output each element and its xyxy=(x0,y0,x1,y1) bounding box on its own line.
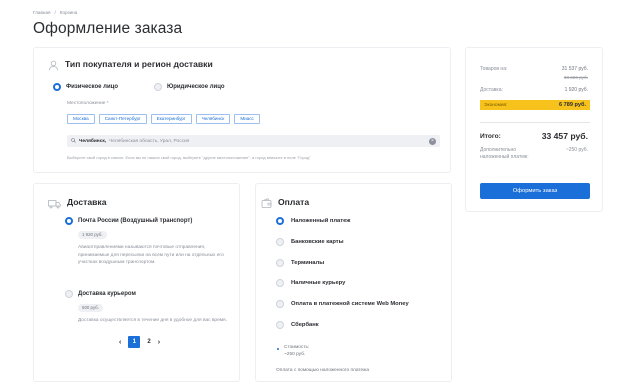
delivery-option-desc: Авиаотправлениями называются почтовые от… xyxy=(78,245,224,266)
breadcrumb-home-link[interactable]: Главная xyxy=(33,10,50,15)
radio-unselected-icon[interactable] xyxy=(276,279,284,287)
summary-goods-row: Товаров на: 31 537 руб. xyxy=(480,66,588,72)
pager-page-button[interactable]: 2 xyxy=(147,339,150,345)
radio-selected-icon[interactable] xyxy=(65,217,73,225)
payment-cost-value: ~250 руб. xyxy=(284,352,306,357)
summary-economy-value: 6 789 руб. xyxy=(558,102,586,108)
city-chip[interactable]: Санкт-Петербург xyxy=(98,114,147,124)
page-title: Оформление заказа xyxy=(33,20,183,37)
summary-delivery-value: 1 920 руб. xyxy=(564,87,588,93)
location-city: Челябинск, xyxy=(79,138,107,144)
summary-delivery-row: Доставка: 1 920 руб. xyxy=(480,87,588,93)
breadcrumb: Главная / Корзина xyxy=(33,10,77,15)
delivery-card: Доставка Почта России (Воздушный транспо… xyxy=(33,183,240,382)
delivery-price-badge: 1 920 руб. xyxy=(78,231,107,239)
delivery-card-title: Доставка xyxy=(67,196,107,207)
location-label: Местоположение * xyxy=(67,101,109,106)
radio-unselected-icon[interactable] xyxy=(276,300,284,308)
summary-goods-old-price: 38 326 руб. xyxy=(563,75,588,80)
summary-total-label: Итого: xyxy=(480,133,501,140)
pager-current-page[interactable]: 1 xyxy=(128,336,141,348)
breadcrumb-separator: / xyxy=(54,10,56,15)
radio-unselected-icon[interactable] xyxy=(276,259,284,267)
payment-method-cash[interactable]: Наличные курьеру xyxy=(276,279,345,287)
bullet-icon xyxy=(277,348,279,350)
city-chip[interactable]: Миасс xyxy=(234,114,260,124)
breadcrumb-current[interactable]: Корзина xyxy=(60,10,78,15)
payment-method-webmoney[interactable]: Оплата в платежной системе Web Money xyxy=(276,300,409,308)
summary-economy-badge: Экономия: 6 789 руб. xyxy=(480,100,590,110)
payment-method-label: Сбербанк xyxy=(291,322,319,328)
payment-method-sberbank[interactable]: Сбербанк xyxy=(276,321,319,329)
location-region: Челябинская область, Урал, Россия xyxy=(109,138,190,144)
payment-method-label: Наложенный платеж xyxy=(291,218,351,224)
payment-card-title: Оплата xyxy=(278,196,310,207)
summary-goods-value: 31 537 руб. xyxy=(561,66,588,72)
payment-method-terminals[interactable]: Терминалы xyxy=(276,259,324,267)
user-icon xyxy=(48,58,59,71)
summary-cod-value: ~250 руб. xyxy=(565,147,588,153)
clear-icon[interactable]: × xyxy=(429,137,436,145)
city-chip[interactable]: Челябинск xyxy=(195,114,231,124)
radio-unselected-icon[interactable] xyxy=(65,290,73,298)
buyer-type-individual[interactable]: Физическое лицо xyxy=(53,83,118,91)
delivery-option-post[interactable]: Почта России (Воздушный транспорт) xyxy=(65,217,192,225)
summary-divider xyxy=(480,122,590,123)
city-chip[interactable]: Екатеринбург xyxy=(150,114,192,124)
delivery-option-name: Почта России (Воздушный транспорт) xyxy=(78,218,193,224)
delivery-card-header: Доставка xyxy=(48,196,107,209)
radio-unselected-icon[interactable] xyxy=(154,83,162,91)
summary-total-value: 33 457 руб. xyxy=(541,131,588,141)
payment-method-cards[interactable]: Банковские карты xyxy=(276,238,344,246)
summary-goods-label: Товаров на: xyxy=(480,66,508,72)
buyer-card-title: Тип покупателя и регион доставки xyxy=(65,58,213,69)
order-summary-card: Товаров на: 31 537 руб. 38 326 руб. Дост… xyxy=(465,47,603,212)
wallet-icon xyxy=(261,196,272,208)
radio-selected-icon[interactable] xyxy=(53,83,61,91)
buyer-type-label: Физическое лицо xyxy=(66,84,119,90)
buyer-type-label: Юридическое лицо xyxy=(167,84,225,90)
payment-method-cod[interactable]: Наложенный платеж xyxy=(276,217,350,225)
radio-unselected-icon[interactable] xyxy=(276,238,284,246)
payment-method-label: Наличные курьеру xyxy=(291,280,346,286)
pager-prev-button[interactable]: ‹ xyxy=(119,339,121,346)
buyer-card-header: Тип покупателя и регион доставки xyxy=(48,58,213,71)
summary-delivery-label: Доставка: xyxy=(480,87,503,93)
payment-method-label: Банковские карты xyxy=(291,239,344,245)
payment-card: Оплата Наложенный платеж Банковские карт… xyxy=(255,183,452,382)
pagination: ‹ 1 2 › xyxy=(119,336,160,348)
delivery-option-name: Доставка курьером xyxy=(78,291,136,297)
search-icon xyxy=(71,137,76,145)
city-chip[interactable]: Москва xyxy=(67,114,95,124)
delivery-option-desc: Доставка осуществляется в течение дня в … xyxy=(78,318,227,323)
city-chips: Москва Санкт-Петербург Екатеринбург Челя… xyxy=(67,114,260,124)
payment-card-header: Оплата xyxy=(261,196,310,208)
payment-method-label: Оплата в платежной системе Web Money xyxy=(291,301,409,307)
radio-unselected-icon[interactable] xyxy=(276,321,284,329)
payment-method-label: Терминалы xyxy=(291,260,325,266)
delivery-option-courier[interactable]: Доставка курьером xyxy=(65,290,136,298)
radio-selected-icon[interactable] xyxy=(276,217,284,225)
location-search-input[interactable]: Челябинск, Челябинская область, Урал, Ро… xyxy=(67,135,440,147)
buyer-region-card: Тип покупателя и регион доставки Физичес… xyxy=(33,47,451,173)
summary-economy-label: Экономия: xyxy=(484,102,508,108)
summary-cod-label: Дополнительно наложенный платеж: xyxy=(480,147,529,160)
buyer-type-legal[interactable]: Юридическое лицо xyxy=(154,83,225,91)
pager-next-button[interactable]: › xyxy=(158,339,160,346)
payment-footnote: Оплата с помощью наложенного платежа xyxy=(276,368,370,373)
truck-icon xyxy=(48,196,61,209)
location-hint: Выберите свой город в списке. Если вы не… xyxy=(67,155,311,160)
delivery-price-badge: 500 руб. xyxy=(78,304,103,312)
place-order-button[interactable]: Оформить заказ xyxy=(480,183,590,199)
